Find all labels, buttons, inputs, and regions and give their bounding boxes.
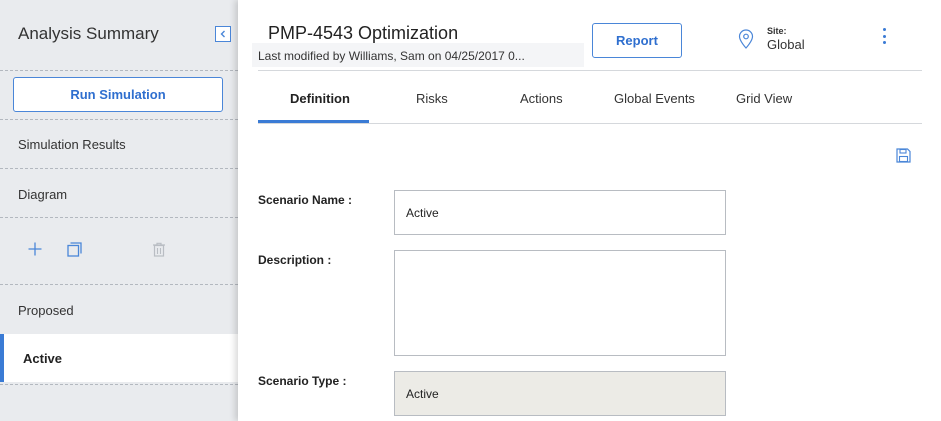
description-label: Description : [258,253,332,267]
last-modified-box: Last modified by Williams, Sam on 04/25/… [252,43,584,67]
main-panel: PMP-4543 Optimization Last modified by W… [238,0,941,421]
tab-definition[interactable]: Definition [290,91,350,106]
header-divider [258,70,922,71]
divider [0,70,238,71]
report-button[interactable]: Report [592,23,682,58]
divider [0,284,238,285]
sidebar-title: Analysis Summary [18,24,159,43]
more-options-button[interactable] [879,27,889,45]
delete-scenario-button[interactable] [150,240,168,258]
trash-icon [153,242,165,257]
scenario-item-proposed[interactable]: Proposed [18,303,74,318]
sidebar-header: Analysis Summary [0,0,238,70]
scenario-item-label: Active [23,351,63,366]
chevron-left-icon [220,30,225,38]
scenario-item-active[interactable]: Active [0,334,238,382]
page-title: PMP-4543 Optimization [268,23,459,43]
scenario-toolbar [0,218,238,282]
active-tab-indicator [258,120,369,123]
collapse-sidebar-button[interactable] [215,26,231,42]
divider [0,119,238,120]
scenario-name-value: Active [406,206,439,220]
tab-bar: Definition Risks Actions Global Events G… [258,76,922,124]
add-scenario-button[interactable] [26,240,44,258]
save-icon[interactable] [896,148,911,163]
location-pin-icon [738,29,754,49]
divider [0,168,238,169]
kebab-menu-icon [882,28,886,31]
sidebar: Analysis Summary Run Simulation Simulati… [0,0,238,421]
tab-actions[interactable]: Actions [520,91,563,106]
plus-icon [28,242,42,256]
copy-icon [66,241,82,257]
sidebar-item-diagram[interactable]: Diagram [18,187,67,202]
site-label: Site: [767,26,787,36]
tab-risks[interactable]: Risks [416,91,448,106]
scenario-type-label: Scenario Type : [258,374,347,388]
tab-grid-view[interactable]: Grid View [736,91,792,106]
copy-scenario-button[interactable] [65,240,83,258]
site-value[interactable]: Global [767,37,805,52]
divider [0,384,238,385]
run-simulation-button[interactable]: Run Simulation [13,77,223,112]
tab-global-events[interactable]: Global Events [614,91,695,106]
scenario-name-input[interactable]: Active [394,190,726,235]
last-modified-text: Last modified by Williams, Sam on 04/25/… [258,49,525,63]
scenario-type-value: Active [406,387,439,401]
scenario-type-field: Active [394,371,726,416]
description-textarea[interactable] [394,250,726,356]
scenario-name-label: Scenario Name : [258,193,353,207]
sidebar-item-simulation-results[interactable]: Simulation Results [18,137,126,152]
